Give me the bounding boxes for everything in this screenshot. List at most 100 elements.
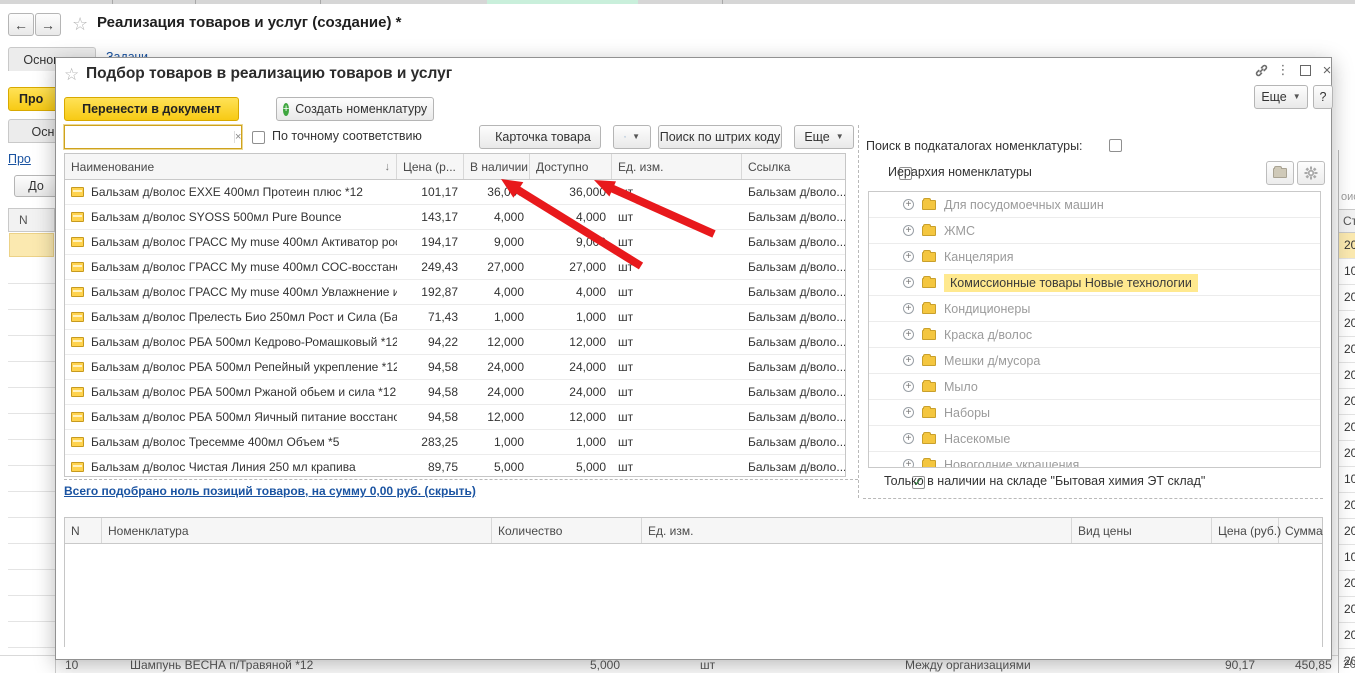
product-unit: шт	[612, 355, 742, 379]
tree-item[interactable]: +Канцелярия	[869, 244, 1320, 270]
summary-link[interactable]: Всего подобрано ноль позиций товаров, на…	[64, 484, 476, 498]
maximize-icon[interactable]	[1296, 62, 1314, 78]
expand-icon[interactable]: +	[903, 329, 914, 340]
bg-selected-cell[interactable]	[9, 233, 54, 257]
list-more-button[interactable]: Еще▼	[794, 125, 854, 149]
product-row[interactable]: Бальзам д/волос РБА 500мл Репейный укреп…	[65, 355, 845, 380]
splitter[interactable]	[858, 125, 859, 498]
selection-col-header[interactable]: Номенклатура	[102, 518, 492, 543]
bg-left-rows	[8, 258, 56, 673]
expand-icon[interactable]: +	[903, 407, 914, 418]
product-name: Бальзам д/волос EXXE 400мл Протеин плюс …	[91, 185, 363, 199]
kebab-menu-icon[interactable]: ⋮	[1274, 62, 1292, 78]
expand-icon[interactable]: +	[903, 251, 914, 262]
product-name-cell: Бальзам д/волос ГРАСС My muse 400мл Увла…	[65, 280, 397, 304]
dialog-more-button[interactable]: Еще▼	[1254, 85, 1308, 109]
product-row[interactable]: Бальзам д/волос EXXE 400мл Протеин плюс …	[65, 180, 845, 205]
tree-item[interactable]: +Для посудомоечных машин	[869, 192, 1320, 218]
bg-bottom-vat: 20	[1343, 657, 1355, 671]
tree-item[interactable]: +ЖМС	[869, 218, 1320, 244]
search-input[interactable]	[65, 127, 234, 147]
dialog-favorite-star-icon[interactable]: ☆	[64, 66, 79, 83]
product-row[interactable]: Бальзам д/волос РБА 500мл Яичный питание…	[65, 405, 845, 430]
col-unit-header[interactable]: Ед. изм.	[612, 154, 742, 179]
background-link[interactable]: Про	[8, 152, 31, 166]
selection-col-header[interactable]: Вид цены	[1072, 518, 1212, 543]
bg-strip-row: 10	[1339, 259, 1355, 285]
col-available-header[interactable]: Доступно	[530, 154, 612, 179]
bg-strip-row: 10	[1339, 467, 1355, 493]
selection-col-header[interactable]: Сумма	[1279, 518, 1324, 543]
product-card-button[interactable]: Карточка товара	[479, 125, 601, 149]
tree-item[interactable]: +Мешки д/мусора	[869, 348, 1320, 374]
tree-item[interactable]: +Наборы	[869, 400, 1320, 426]
expand-icon[interactable]: +	[903, 199, 914, 210]
exact-match-checkbox[interactable]	[252, 131, 265, 144]
forward-button[interactable]: →	[35, 13, 61, 36]
tree-item-label: Мыло	[944, 380, 978, 394]
filter-button[interactable]: ▼	[613, 125, 651, 149]
product-row[interactable]: Бальзам д/волос ГРАСС My muse 400мл СОС-…	[65, 255, 845, 280]
selection-col-header[interactable]: Количество	[492, 518, 642, 543]
tree-item[interactable]: +Насекомые	[869, 426, 1320, 452]
product-ref: Бальзам д/воло...	[742, 405, 845, 429]
product-row[interactable]: Бальзам д/волос ГРАСС My muse 400мл Акти…	[65, 230, 845, 255]
transfer-to-document-button[interactable]: Перенести в документ	[64, 97, 239, 121]
product-row[interactable]: Бальзам д/волос РБА 500мл Кедрово-Ромашк…	[65, 330, 845, 355]
bg-strip-row: 10	[1339, 545, 1355, 571]
col-stock-header[interactable]: В наличии	[464, 154, 530, 179]
selection-col-header[interactable]: Цена (руб.)	[1212, 518, 1279, 543]
product-available: 4,000	[530, 280, 612, 304]
product-card-label: Карточка товара	[495, 130, 591, 144]
add-button[interactable]: До	[14, 175, 58, 197]
expand-icon[interactable]: +	[903, 433, 914, 444]
settings-button[interactable]	[1297, 161, 1325, 185]
col-price-header[interactable]: Цена (р...	[397, 154, 464, 179]
product-row[interactable]: Бальзам д/волос ГРАСС My muse 400мл Увла…	[65, 280, 845, 305]
favorite-star-icon[interactable]: ☆	[72, 15, 88, 33]
tree-item[interactable]: + Краска д/волос	[869, 322, 1320, 348]
product-stock: 1,000	[464, 305, 530, 329]
product-ref: Бальзам д/воло...	[742, 455, 845, 477]
help-button[interactable]: ?	[1313, 85, 1333, 109]
item-icon	[71, 362, 84, 372]
expand-icon[interactable]: +	[903, 459, 914, 468]
tree-item[interactable]: +Комиссионные товары Новые технологии	[869, 270, 1320, 296]
product-row[interactable]: Бальзам д/волос Чистая Линия 250 мл крап…	[65, 455, 845, 477]
expand-icon[interactable]: +	[903, 355, 914, 366]
clear-search-icon[interactable]: ×	[234, 131, 241, 143]
link-icon[interactable]	[1252, 62, 1270, 78]
col-name-header[interactable]: Наименование ↓	[65, 154, 397, 179]
bg-col-vat-header: Ст	[1339, 209, 1355, 233]
tree-item[interactable]: + Мыло	[869, 374, 1320, 400]
barcode-search-button[interactable]: Поиск по штрих коду	[658, 125, 782, 149]
product-row[interactable]: Бальзам д/волос Прелесть Био 250мл Рост …	[65, 305, 845, 330]
folder-icon	[922, 382, 936, 392]
selection-table-empty-body[interactable]	[65, 544, 1322, 648]
product-price: 249,43	[397, 255, 464, 279]
expand-icon[interactable]: +	[903, 225, 914, 236]
bg-right-strip: оис Ст 201020202020202020102020102020202…	[1338, 150, 1355, 673]
expand-icon[interactable]: +	[903, 303, 914, 314]
product-price: 283,25	[397, 430, 464, 454]
subcatalog-search-checkbox[interactable]	[1109, 139, 1122, 152]
tree-item[interactable]: +Новогодние украшения	[869, 452, 1320, 468]
expand-icon[interactable]: +	[903, 277, 914, 288]
product-row[interactable]: Бальзам д/волос РБА 500мл Ржаной обьем и…	[65, 380, 845, 405]
nomenclature-tree: +Для посудомоечных машин+ЖМС+Канцелярия+…	[868, 191, 1321, 468]
tree-item-label: Краска д/волос	[944, 328, 1032, 342]
back-button[interactable]: ←	[8, 13, 34, 36]
tree-item[interactable]: +Кондиционеры	[869, 296, 1320, 322]
expand-icon[interactable]: +	[903, 381, 914, 392]
screen: ← → ☆ Реализация товаров и услуг (создан…	[0, 0, 1355, 673]
product-name-cell: Бальзам д/волос EXXE 400мл Протеин плюс …	[65, 180, 397, 204]
product-available: 12,000	[530, 405, 612, 429]
product-row[interactable]: Бальзам д/волос Тресемме 400мл Объем *52…	[65, 430, 845, 455]
move-to-group-button[interactable]	[1266, 161, 1294, 185]
product-row[interactable]: Бальзам д/волос SYOSS 500мл Pure Bounce1…	[65, 205, 845, 230]
selection-col-header[interactable]: N	[65, 518, 102, 543]
create-nomenclature-button[interactable]: + Создать номенклатуру	[276, 97, 434, 121]
col-ref-header[interactable]: Ссылка	[742, 154, 845, 179]
selection-col-header[interactable]: Ед. изм.	[642, 518, 1072, 543]
close-icon[interactable]: ×	[1318, 62, 1336, 78]
